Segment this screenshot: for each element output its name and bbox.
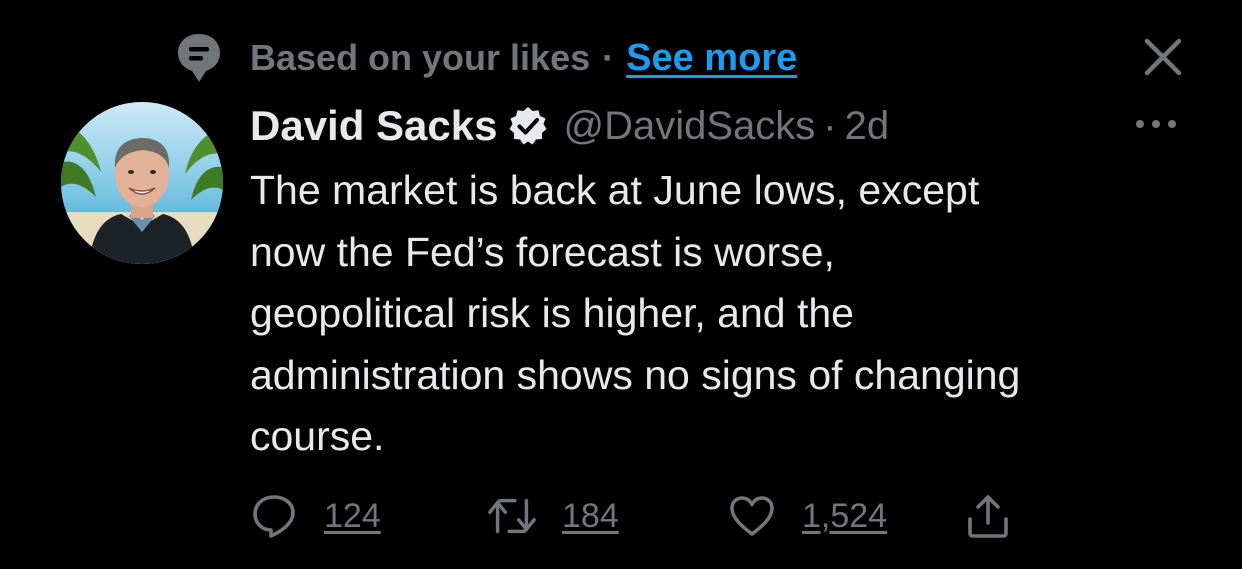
avatar[interactable] — [61, 102, 223, 264]
tweet-text-line: course. — [250, 413, 385, 459]
retweet-count[interactable]: 184 — [562, 497, 619, 536]
speech-bubble-icon — [174, 31, 224, 85]
tweet-text-line: administration shows no signs of changin… — [250, 351, 1021, 398]
reply-count[interactable]: 124 — [324, 497, 381, 536]
like-count[interactable]: 1,524 — [802, 497, 887, 536]
header-separator: · — [823, 103, 837, 148]
like-button[interactable]: 1,524 — [728, 492, 964, 540]
share-button[interactable] — [964, 492, 1012, 540]
heart-icon — [728, 492, 776, 540]
author-display-name[interactable]: David Sacks — [250, 102, 498, 150]
tweet-text-line: The market is back at June lows, except — [250, 167, 980, 213]
more-options-icon — [1134, 117, 1178, 135]
context-label: Based on your likes — [250, 37, 591, 78]
share-icon — [964, 492, 1012, 540]
retweet-icon — [488, 492, 536, 540]
reply-icon — [250, 492, 298, 540]
tweet-header: David Sacks @DavidSacks · 2d — [250, 98, 889, 154]
close-icon — [1144, 38, 1182, 81]
close-button[interactable] — [1136, 32, 1190, 86]
author-handle[interactable]: @DavidSacks — [564, 104, 816, 149]
see-more-link[interactable]: See more — [626, 37, 797, 80]
tweet-text: The market is back at June lows, except … — [250, 160, 1210, 468]
tweet-timestamp[interactable]: 2d — [845, 104, 890, 149]
reply-button[interactable]: 124 — [250, 492, 488, 540]
context-row: Based on your likes · See more — [174, 28, 797, 88]
tweet-text-line: geopolitical risk is higher, and the — [250, 290, 854, 336]
tweet-card[interactable]: Based on your likes · See more David Sac… — [0, 0, 1242, 569]
more-options-button[interactable] — [1128, 106, 1184, 146]
tweet-actions: 124 184 1,524 — [250, 488, 1012, 544]
retweet-button[interactable]: 184 — [488, 492, 728, 540]
context-separator: · — [602, 37, 615, 78]
verified-badge-icon — [508, 105, 550, 147]
tweet-text-line: now the Fed’s forecast is worse, — [250, 228, 835, 275]
